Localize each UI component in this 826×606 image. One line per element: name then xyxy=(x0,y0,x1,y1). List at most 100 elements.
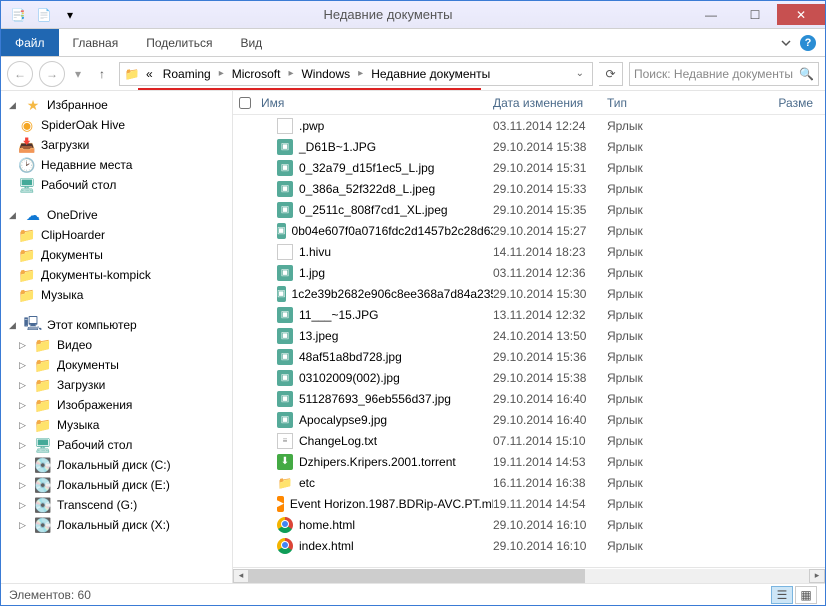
sidebar-item[interactable]: 🕑Недавние места xyxy=(1,155,232,175)
qat-dropdown-icon[interactable]: ▾ xyxy=(59,4,81,26)
sidebar-item[interactable]: ▷📁Документы xyxy=(1,355,232,375)
table-row[interactable]: ▣0_2511c_808f7cd1_XL.jpeg29.10.2014 15:3… xyxy=(233,199,825,220)
sidebar-item[interactable]: ▷📁Загрузки xyxy=(1,375,232,395)
table-row[interactable]: ▣0_386a_52f322d8_L.jpeg29.10.2014 15:33Я… xyxy=(233,178,825,199)
collapse-icon[interactable]: ◢ xyxy=(9,320,19,331)
sidebar-item[interactable]: 📁Документы-kompick xyxy=(1,265,232,285)
maximize-button[interactable]: ☐ xyxy=(733,4,777,25)
breadcrumb-seg[interactable]: Roaming xyxy=(159,67,215,81)
column-size[interactable]: Разме xyxy=(707,96,825,110)
horizontal-scrollbar[interactable]: ◂ ▸ xyxy=(233,567,825,583)
sidebar-item[interactable]: ▷💽Локальный диск (E:) xyxy=(1,475,232,495)
breadcrumb-seg[interactable]: Недавние документы xyxy=(367,67,494,81)
table-row[interactable]: ▣11___~15.JPG13.11.2014 12:32Ярлык xyxy=(233,304,825,325)
icons-view-button[interactable]: ▦ xyxy=(795,586,817,604)
new-folder-icon[interactable]: 📄 xyxy=(33,4,55,26)
breadcrumb-seg[interactable]: Microsoft xyxy=(228,67,285,81)
expand-icon[interactable]: ▷ xyxy=(19,520,29,531)
table-row[interactable]: ▣13.jpeg24.10.2014 13:50Ярлык xyxy=(233,325,825,346)
properties-icon[interactable]: 📑 xyxy=(7,4,29,26)
sidebar-item[interactable]: ▷📁Видео xyxy=(1,335,232,355)
table-row[interactable]: ▣48af51a8bd728.jpg29.10.2014 15:36Ярлык xyxy=(233,346,825,367)
expand-icon[interactable]: ▷ xyxy=(19,420,29,431)
sidebar-item[interactable]: ▷🖥Рабочий стол xyxy=(1,435,232,455)
back-button[interactable]: ← xyxy=(7,61,33,87)
forward-button[interactable]: → xyxy=(39,61,65,87)
sidebar-item-label: SpiderOak Hive xyxy=(41,118,125,132)
breadcrumb-seg[interactable]: Windows xyxy=(297,67,354,81)
sidebar-item[interactable]: ▷📁Изображения xyxy=(1,395,232,415)
column-date[interactable]: Дата изменения xyxy=(493,96,607,110)
table-row[interactable]: ▣1c2e39b2682e906c8ee368a7d84a235f_f..29.… xyxy=(233,283,825,304)
expand-icon[interactable]: ▷ xyxy=(19,500,29,511)
table-row[interactable]: ▣511287693_96eb556d37.jpg29.10.2014 16:4… xyxy=(233,388,825,409)
refresh-button[interactable]: ⟳ xyxy=(599,62,623,86)
scroll-thumb[interactable] xyxy=(249,569,585,583)
table-row[interactable]: ▣_D61B~1.JPG29.10.2014 15:38Ярлык xyxy=(233,136,825,157)
chevron-right-icon[interactable]: ▸ xyxy=(217,68,226,79)
table-row[interactable]: ⬇Dzhipers.Kripers.2001.torrent19.11.2014… xyxy=(233,451,825,472)
table-row[interactable]: ▣03102009(002).jpg29.10.2014 15:38Ярлык xyxy=(233,367,825,388)
sidebar-item-label: Рабочий стол xyxy=(57,438,132,452)
expand-icon[interactable]: ▷ xyxy=(19,340,29,351)
tab-file[interactable]: Файл xyxy=(1,29,59,56)
sidebar-item[interactable]: 📁Музыка xyxy=(1,285,232,305)
collapse-icon[interactable]: ◢ xyxy=(9,210,19,221)
sidebar-item[interactable]: 📥Загрузки xyxy=(1,135,232,155)
sidebar-onedrive-header[interactable]: ◢☁OneDrive xyxy=(1,205,232,225)
expand-icon[interactable]: ▷ xyxy=(19,440,29,451)
scroll-track[interactable] xyxy=(249,569,809,583)
table-row[interactable]: ▣Apocalypse9.jpg29.10.2014 16:40Ярлык xyxy=(233,409,825,430)
table-row[interactable]: 1.hivu14.11.2014 18:23Ярлык xyxy=(233,241,825,262)
tab-share[interactable]: Поделиться xyxy=(132,29,226,56)
table-row[interactable]: ≡ChangeLog.txt07.11.2014 15:10Ярлык xyxy=(233,430,825,451)
select-all-checkbox[interactable] xyxy=(239,97,251,109)
scroll-right-button[interactable]: ▸ xyxy=(809,569,825,583)
up-button[interactable]: ↑ xyxy=(91,63,113,85)
tab-home[interactable]: Главная xyxy=(59,29,133,56)
details-view-button[interactable]: ☰ xyxy=(771,586,793,604)
sidebar-item[interactable]: 🖥Рабочий стол xyxy=(1,175,232,195)
table-row[interactable]: home.html29.10.2014 16:10Ярлык xyxy=(233,514,825,535)
sidebar-item[interactable]: ▷📁Музыка xyxy=(1,415,232,435)
sidebar-item[interactable]: 📁Документы xyxy=(1,245,232,265)
table-row[interactable]: ▣1.jpg03.11.2014 12:36Ярлык xyxy=(233,262,825,283)
file-date: 29.10.2014 16:40 xyxy=(493,392,607,406)
column-type[interactable]: Тип xyxy=(607,96,707,110)
recent-locations-button[interactable]: ▾ xyxy=(71,61,85,87)
expand-icon[interactable]: ▷ xyxy=(19,400,29,411)
table-row[interactable]: ▣0_32a79_d15f1ec5_L.jpg29.10.2014 15:31Я… xyxy=(233,157,825,178)
table-row[interactable]: 📁etc16.11.2014 16:38Ярлык xyxy=(233,472,825,493)
breadcrumb[interactable]: 📁 « Roaming▸ Microsoft▸ Windows▸ Недавни… xyxy=(119,62,593,86)
expand-icon[interactable]: ▷ xyxy=(19,460,29,471)
sidebar-item[interactable]: ▷💽Локальный диск (C:) xyxy=(1,455,232,475)
table-row[interactable]: ▶Event Horizon.1987.BDRip-AVC.PT.mk..19.… xyxy=(233,493,825,514)
collapse-icon[interactable]: ◢ xyxy=(9,100,19,111)
sidebar-item[interactable]: ▷💽Локальный диск (X:) xyxy=(1,515,232,535)
sidebar-thispc-header[interactable]: ◢🖳Этот компьютер xyxy=(1,315,232,335)
chevron-right-icon[interactable]: ▸ xyxy=(286,68,295,79)
minimize-button[interactable]: — xyxy=(689,4,733,25)
star-icon: ★ xyxy=(25,97,41,113)
search-input[interactable]: Поиск: Недавние документы 🔍 xyxy=(629,62,819,86)
chevron-right-icon[interactable]: ▸ xyxy=(356,68,365,79)
table-row[interactable]: index.html29.10.2014 16:10Ярлык xyxy=(233,535,825,556)
help-button[interactable]: ? xyxy=(797,29,819,56)
close-button[interactable]: ✕ xyxy=(777,4,825,25)
file-list[interactable]: .pwp03.11.2014 12:24Ярлык▣_D61B~1.JPG29.… xyxy=(233,115,825,567)
sidebar-favorites-header[interactable]: ◢★Избранное xyxy=(1,95,232,115)
sidebar-item[interactable]: ▷💽Transcend (G:) xyxy=(1,495,232,515)
expand-ribbon-icon[interactable] xyxy=(775,29,797,56)
expand-icon[interactable]: ▷ xyxy=(19,480,29,491)
sidebar[interactable]: ◢★Избранное ◉SpiderOak Hive 📥Загрузки 🕑Н… xyxy=(1,91,233,583)
table-row[interactable]: ▣0b04e607f0a0716fdc2d1457b2c28d63.j..29.… xyxy=(233,220,825,241)
breadcrumb-dropdown-icon[interactable]: ⌄ xyxy=(572,68,588,79)
column-name[interactable]: Имя xyxy=(257,96,493,110)
sidebar-item[interactable]: ◉SpiderOak Hive xyxy=(1,115,232,135)
scroll-left-button[interactable]: ◂ xyxy=(233,569,249,583)
sidebar-item[interactable]: 📁ClipHoarder xyxy=(1,225,232,245)
table-row[interactable]: .pwp03.11.2014 12:24Ярлык xyxy=(233,115,825,136)
tab-view[interactable]: Вид xyxy=(226,29,276,56)
expand-icon[interactable]: ▷ xyxy=(19,360,29,371)
expand-icon[interactable]: ▷ xyxy=(19,380,29,391)
